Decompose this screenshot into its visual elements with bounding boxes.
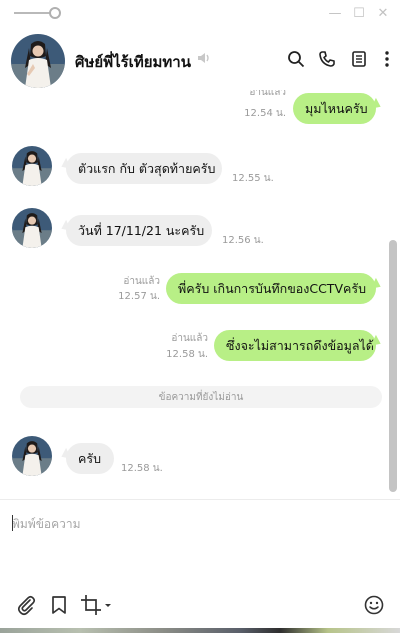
contact-avatar[interactable] (11, 34, 65, 88)
outgoing-message-bubble[interactable]: ซึ่งจะไม่สามารถดึงข้อมูลได้ (214, 330, 376, 361)
message-time: 12.57 น. (118, 291, 160, 302)
more-icon[interactable] (378, 50, 396, 68)
message-text: ซึ่งจะไม่สามารถดึงข้อมูลได้ (226, 337, 374, 353)
read-status: อ่านแล้ว (249, 90, 286, 98)
maximize-icon: ☐ (353, 5, 365, 21)
message-input[interactable] (12, 514, 382, 534)
message-text: วันที่ 17/11/21 นะครับ (78, 222, 205, 238)
chat-title: ศิษย์พี่ไร้เทียมทาน (75, 53, 191, 71)
message-time: 12.58 น. (166, 349, 208, 360)
message-time: 12.55 น. (232, 173, 274, 184)
outgoing-message-bubble[interactable]: มุมไหนครับ (293, 93, 376, 124)
message-list[interactable]: อ่านแล้ว 12.54 น. มุมไหนครับ ตัวแรก กับ … (0, 90, 400, 498)
unread-divider-label: ข้อความที่ยังไม่อ่าน (158, 391, 244, 403)
message-time: 12.54 น. (244, 108, 286, 119)
message-text: ตัวแรก กับ ตัวสุดท้ายครับ (78, 160, 216, 176)
message-text: พี่ครับ เกินการบันทึกของCCTVครับ (178, 280, 367, 296)
message-time: 12.56 น. (222, 235, 264, 246)
read-status: อ่านแล้ว (123, 276, 160, 287)
outgoing-message-bubble[interactable]: พี่ครับ เกินการบันทึกของCCTVครับ (166, 273, 376, 304)
emoji-icon[interactable] (363, 594, 385, 616)
unread-messages-divider: ข้อความที่ยังไม่อ่าน (20, 386, 382, 408)
window-titlebar: — ☐ ✕ (0, 0, 400, 26)
read-status: อ่านแล้ว (171, 333, 208, 344)
speaker-icon[interactable] (197, 51, 213, 65)
opacity-slider-knob[interactable] (49, 7, 61, 19)
phone-icon[interactable] (318, 50, 336, 68)
chat-header: ศิษย์พี่ไร้เทียมทาน (0, 26, 400, 90)
search-icon[interactable] (287, 50, 305, 68)
incoming-message-bubble[interactable]: ตัวแรก กับ ตัวสุดท้ายครับ (66, 153, 222, 184)
compose-area (0, 499, 400, 633)
sender-avatar[interactable] (12, 208, 52, 248)
sender-avatar[interactable] (12, 146, 52, 186)
minimize-button[interactable]: — (326, 4, 344, 22)
bookmark-icon[interactable] (48, 594, 70, 616)
message-text: มุมไหนครับ (305, 100, 368, 116)
minimize-icon: — (328, 5, 342, 21)
message-list-scrollbar[interactable] (389, 240, 397, 492)
sender-avatar[interactable] (12, 436, 52, 476)
text-caret (12, 515, 13, 531)
message-time: 12.58 น. (121, 463, 163, 474)
attach-icon[interactable] (15, 594, 37, 616)
opacity-slider-track[interactable] (14, 12, 52, 14)
incoming-message-bubble[interactable]: วันที่ 17/11/21 นะครับ (66, 215, 212, 246)
notes-icon[interactable] (350, 50, 368, 68)
desktop-strip (0, 628, 400, 633)
crop-icon[interactable] (80, 594, 112, 616)
close-icon: ✕ (377, 5, 389, 21)
close-button[interactable]: ✕ (374, 4, 392, 22)
message-text: ครับ (78, 450, 102, 466)
incoming-message-bubble[interactable]: ครับ (66, 443, 114, 474)
maximize-button[interactable]: ☐ (350, 4, 368, 22)
